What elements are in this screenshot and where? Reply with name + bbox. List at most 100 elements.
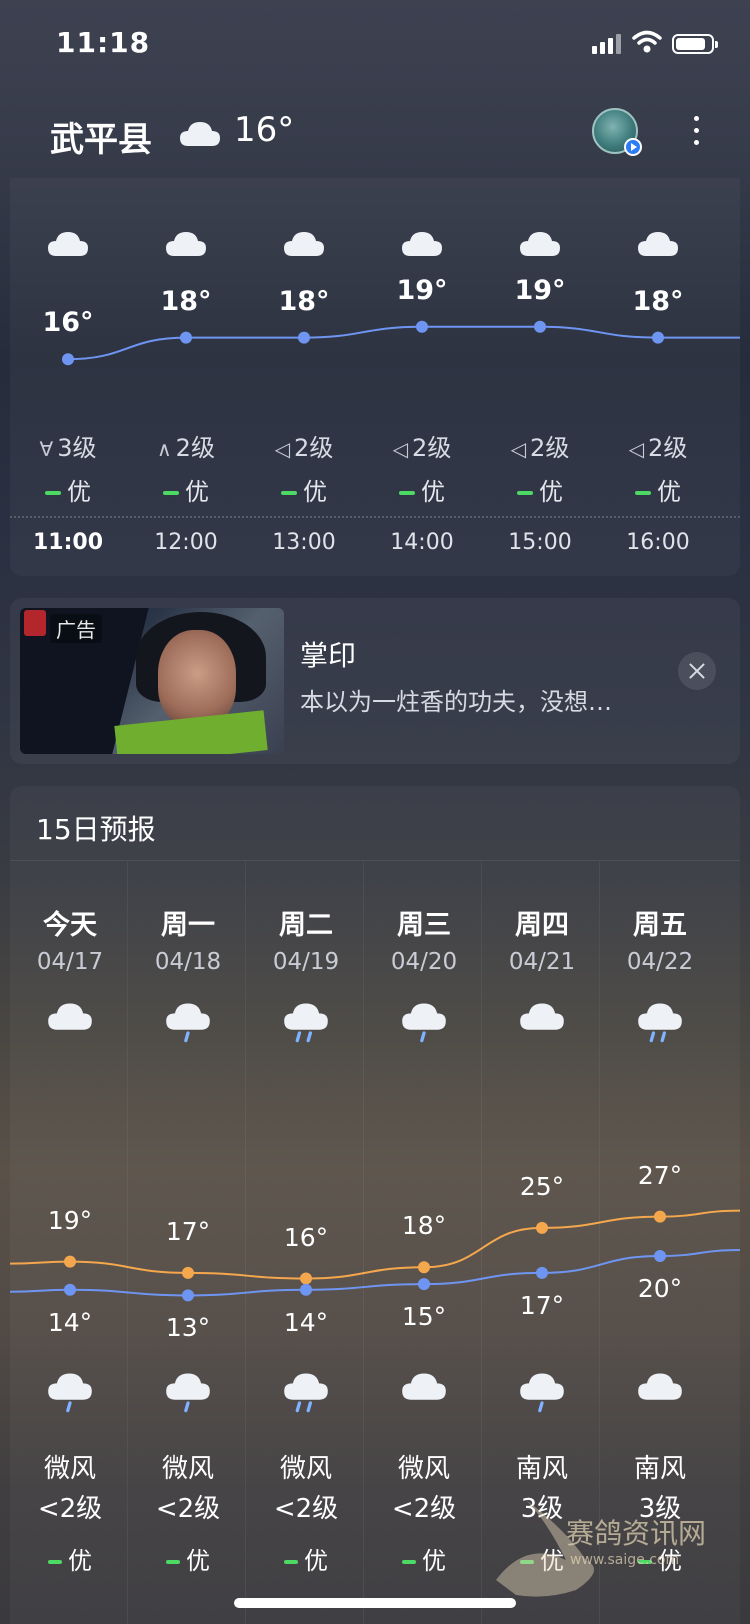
day-wind: 微风 <2级	[128, 1449, 248, 1529]
day-name: 周五	[633, 910, 687, 941]
hourly-wind: ∀ 3级	[8, 428, 128, 463]
day-low-temp: 14°	[283, 1307, 329, 1337]
hourly-aqi-label: 优	[303, 478, 327, 506]
home-indicator[interactable]	[234, 1598, 516, 1608]
day-icon-wrap	[364, 999, 484, 1047]
signal-icon	[592, 34, 622, 54]
play-badge-icon	[624, 138, 642, 156]
day-wind-direction: 微风	[161, 1454, 214, 1484]
current-temp: 16°	[234, 110, 295, 150]
hourly-aqi-label: 优	[539, 478, 563, 506]
night-icon-wrap	[246, 1369, 366, 1417]
hourly-temp-point	[534, 320, 546, 333]
hourly-aqi-label: 优	[185, 478, 209, 506]
wifi-icon	[632, 30, 662, 53]
aqi-indicator	[284, 1560, 298, 1564]
day-wind: 微风 <2级	[10, 1449, 130, 1529]
hourly-time: 12:00	[154, 530, 218, 555]
night-icon-wrap	[128, 1369, 248, 1417]
ad-image[interactable]: 广告	[20, 608, 284, 754]
day-high-temp: 18°	[401, 1211, 447, 1241]
day-aqi-label: 优	[422, 1547, 446, 1575]
day-wind-direction: 南风	[515, 1454, 568, 1484]
cloud-icon	[180, 122, 220, 146]
day-name: 周四	[515, 910, 569, 941]
city-name[interactable]: 武平县	[50, 112, 152, 161]
day-date: 04/18	[154, 949, 222, 975]
day-aqi: 优	[364, 1541, 484, 1576]
day-name: 周一	[161, 910, 215, 941]
rain-icon	[402, 1003, 446, 1043]
watermark-url: www.saige.com	[570, 1552, 680, 1568]
ad-card[interactable]: 广告 掌印 本以为一炷香的功夫，没想…	[10, 598, 740, 764]
day-low-temp: 17°	[519, 1290, 565, 1320]
hourly-wind: ◁ 2级	[362, 428, 482, 463]
more-vertical-icon[interactable]	[690, 112, 702, 152]
cloud-icon	[520, 1003, 564, 1030]
aqi-indicator	[635, 491, 651, 495]
low-temp-line-point	[182, 1289, 194, 1302]
hourly-wind-level: 2级	[412, 434, 452, 462]
day-aqi-label: 优	[68, 1547, 92, 1575]
hourly-wind-level: 2级	[530, 434, 570, 462]
high-temp-line-point	[654, 1210, 666, 1223]
low-temp-line-point	[536, 1266, 548, 1279]
ad-title[interactable]: 掌印	[300, 634, 356, 674]
wind-direction-icon: ◁	[392, 437, 409, 461]
hourly-wind: ◁ 2级	[598, 428, 718, 463]
day-high-temp: 17°	[165, 1216, 211, 1246]
cloud-icon	[638, 1373, 682, 1400]
cloud-icon	[48, 1003, 92, 1030]
hourly-time: 16:00	[626, 530, 690, 555]
rain-icon	[520, 1373, 564, 1413]
aqi-indicator	[402, 1560, 416, 1564]
day-high-temp: 27°	[637, 1160, 683, 1190]
aqi-indicator	[163, 491, 179, 495]
hourly-time: 15:00	[508, 530, 572, 555]
day-name: 周二	[279, 910, 333, 941]
day-low-temp: 13°	[165, 1313, 211, 1343]
hourly-time: 14:00	[390, 530, 454, 555]
day-icon-wrap	[10, 999, 130, 1047]
hourly-time: 11:00	[32, 530, 104, 555]
day-date: 04/20	[390, 949, 458, 975]
hourly-wind-level: 2级	[648, 434, 688, 462]
aqi-indicator	[45, 491, 61, 495]
day-wind-level: <2级	[273, 1494, 339, 1524]
low-temp-line-point	[418, 1278, 430, 1291]
wind-direction-icon: ◁	[274, 437, 291, 461]
hourly-wind: ◁ 2级	[480, 428, 600, 463]
aqi-indicator	[517, 491, 533, 495]
day-name: 今天	[43, 910, 97, 941]
wind-direction-icon: ∀	[39, 437, 54, 461]
header-bar: 武平县 16°	[0, 90, 750, 178]
day-wind-direction: 微风	[43, 1454, 96, 1484]
close-icon[interactable]	[678, 652, 716, 690]
low-temp-line-point	[300, 1283, 312, 1296]
day-name: 周三	[397, 910, 451, 941]
day-icon-wrap	[482, 999, 602, 1047]
hourly-wind-level: 3级	[57, 434, 97, 462]
day-wind-level: <2级	[391, 1494, 457, 1524]
heavy-rain-icon	[638, 1003, 682, 1043]
day-aqi-label: 优	[304, 1547, 328, 1575]
low-temp-line-point	[654, 1250, 666, 1262]
night-icon-wrap	[364, 1369, 484, 1417]
hourly-wind-level: 2级	[294, 434, 334, 462]
ad-description[interactable]: 本以为一炷香的功夫，没想…	[300, 682, 640, 717]
hourly-temp-line	[67, 325, 740, 361]
aqi-indicator	[48, 1560, 62, 1564]
daily-forecast-card: 15日预报 今天 04/17 19° 14° 微风 <2级优 周一 04/18 17° 13° 微风…	[10, 786, 740, 1624]
rain-icon	[166, 1003, 210, 1043]
hourly-aqi-label: 优	[67, 478, 91, 506]
day-low-temp: 15°	[401, 1302, 447, 1332]
ad-logo	[24, 610, 46, 636]
day-aqi: 优	[128, 1541, 248, 1576]
high-temp-line-point	[182, 1266, 194, 1279]
hourly-temp-point	[298, 331, 310, 344]
hourly-wind: ∧ 2级	[126, 428, 246, 463]
heavy-rain-icon	[284, 1373, 328, 1413]
day-wind-direction: 南风	[633, 1454, 686, 1484]
day-aqi-label: 优	[186, 1547, 210, 1575]
day-icon-wrap	[128, 999, 248, 1047]
